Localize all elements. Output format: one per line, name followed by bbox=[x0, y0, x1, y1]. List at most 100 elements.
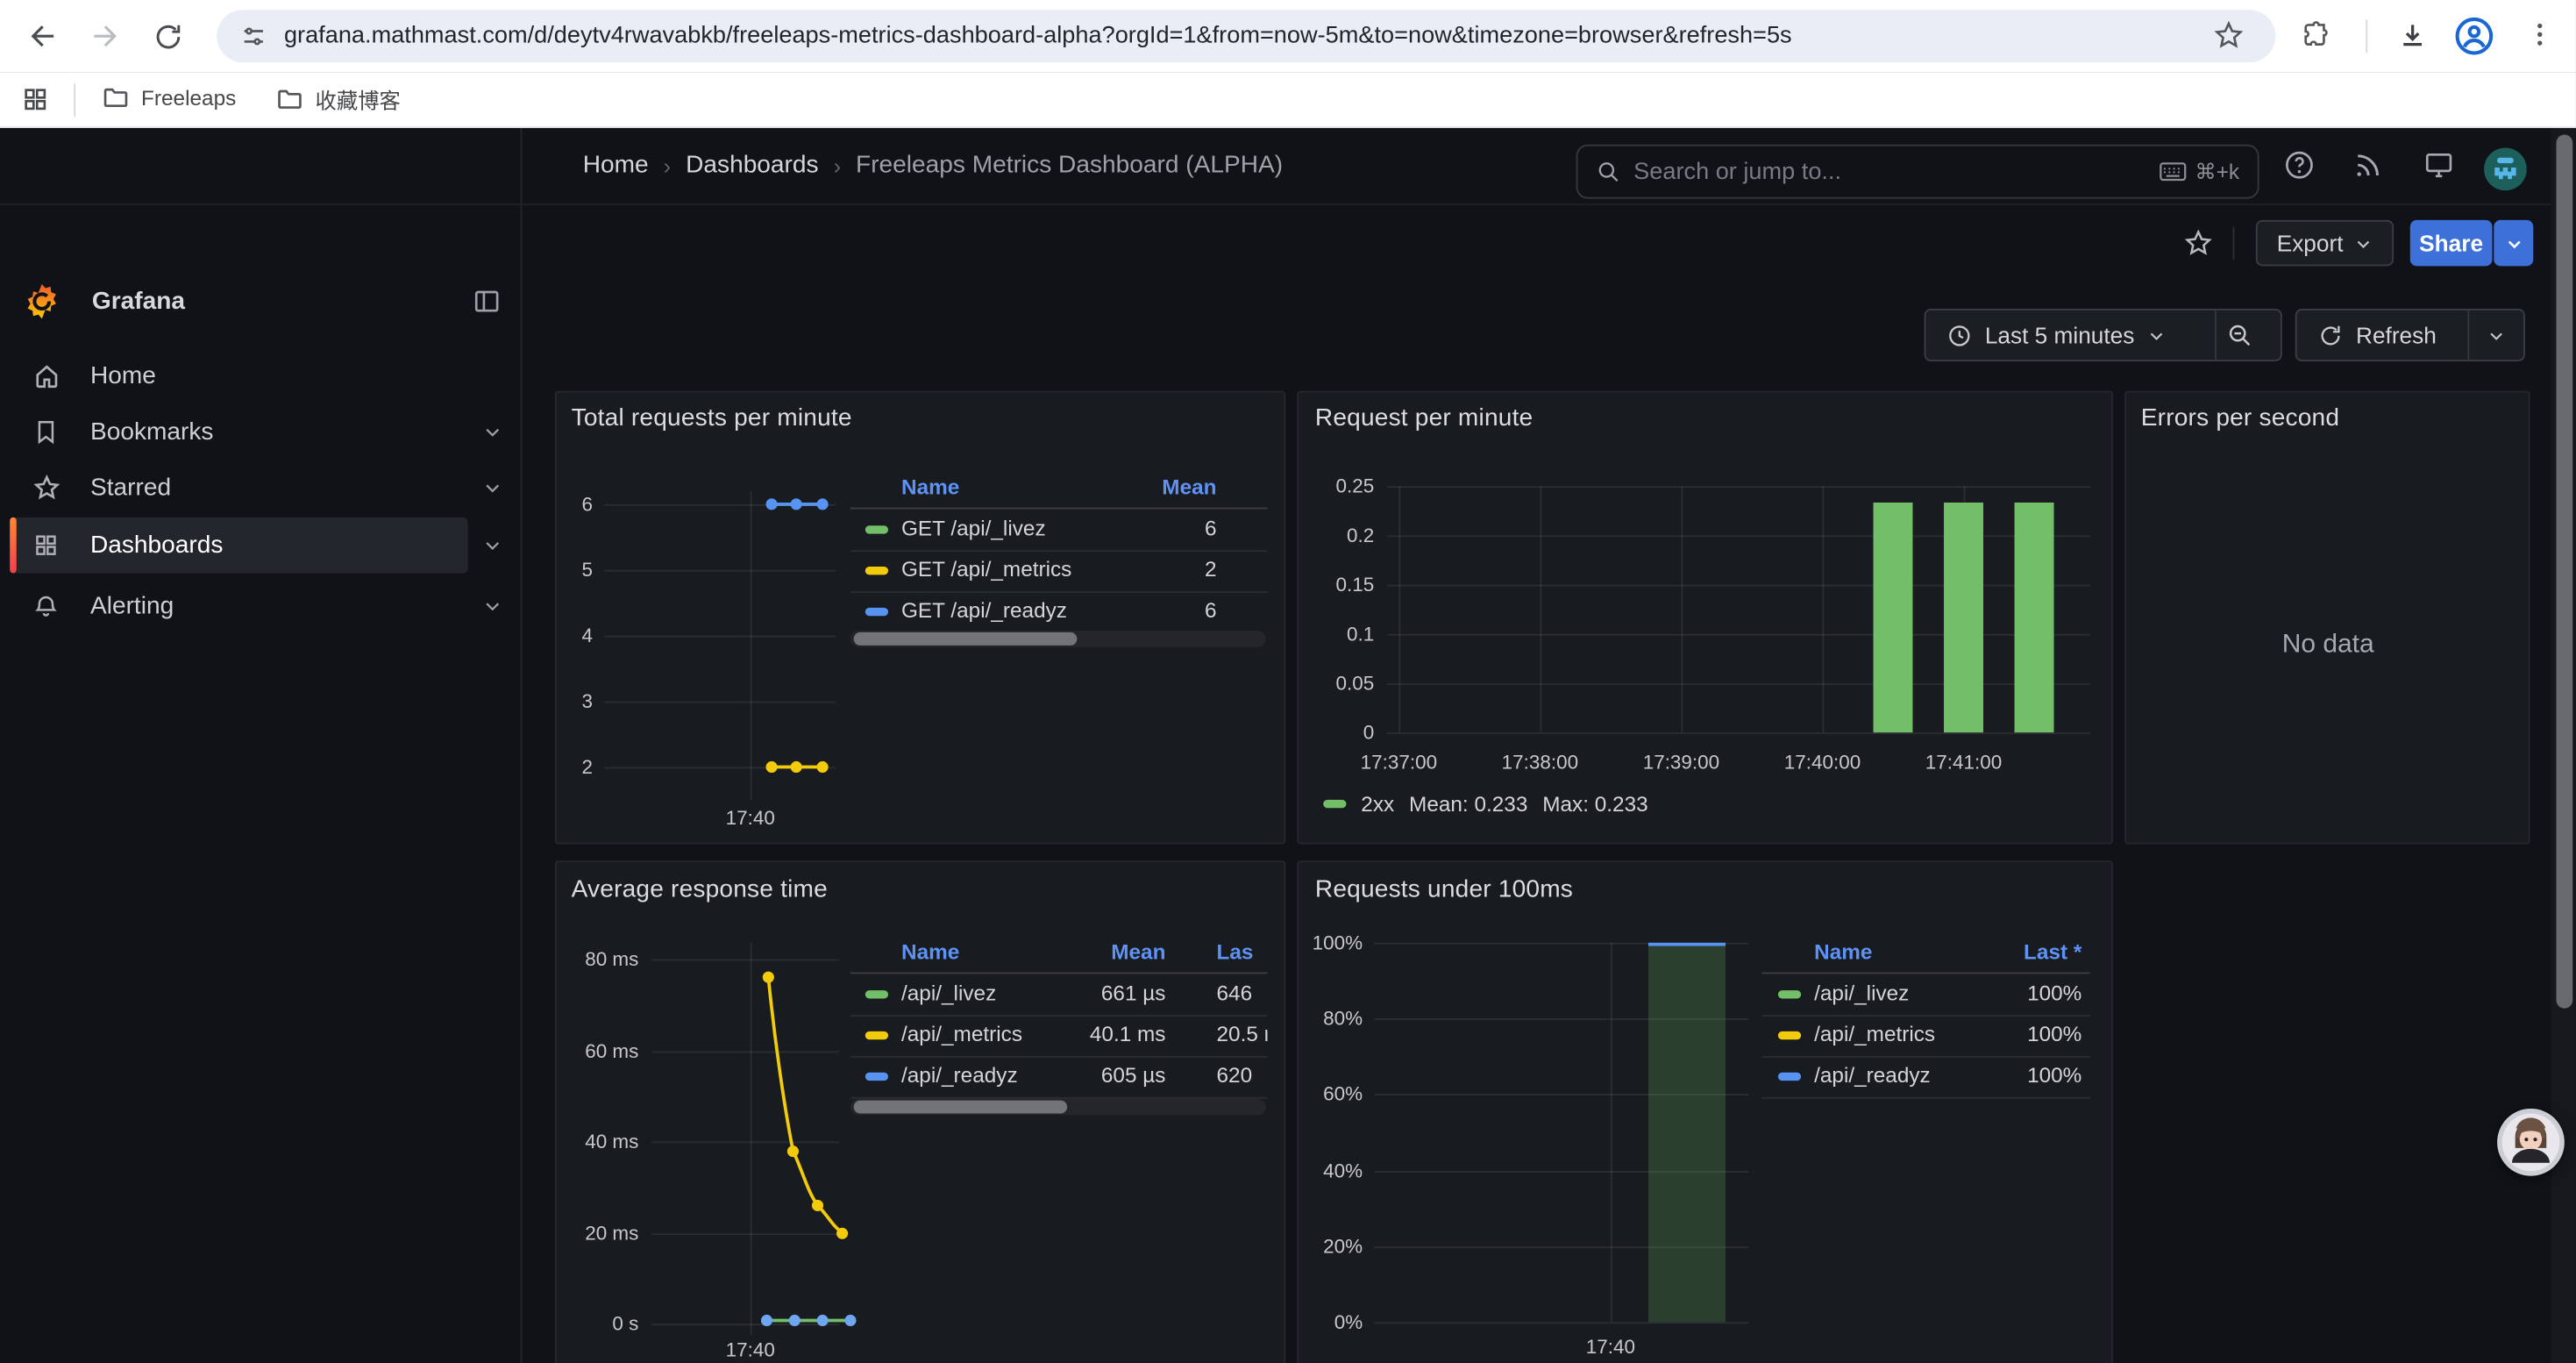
legend-header-mean[interactable]: Mean bbox=[1162, 475, 1216, 499]
legend-header-name[interactable]: Name bbox=[1814, 939, 1872, 964]
time-range-picker[interactable]: Last 5 minutes bbox=[1925, 322, 2193, 348]
extensions-icon[interactable] bbox=[2302, 19, 2333, 51]
forward-button[interactable] bbox=[85, 17, 125, 56]
star-dashboard-icon[interactable] bbox=[2183, 228, 2213, 258]
news-rss-icon[interactable] bbox=[2352, 149, 2384, 181]
breadcrumb-home[interactable]: Home bbox=[583, 151, 649, 179]
bookmark-folder-freeleaps[interactable]: Freeleaps bbox=[102, 83, 236, 111]
y-axis-label: 0.1 bbox=[1347, 623, 1374, 646]
scrollbar-thumb[interactable] bbox=[2556, 135, 2572, 1009]
legend-hscrollbar-thumb[interactable] bbox=[854, 632, 1078, 646]
series-color-pill[interactable] bbox=[1778, 1072, 1801, 1080]
y-axis-label: 60 ms bbox=[585, 1038, 638, 1061]
legend-series-name[interactable]: /api/_livez bbox=[901, 981, 996, 1005]
profile-avatar-icon[interactable] bbox=[2453, 15, 2496, 58]
download-icon[interactable] bbox=[2397, 19, 2429, 51]
requests-under-100ms-legend[interactable]: NameLast */api/_livez100%/api/_metrics10… bbox=[1761, 930, 2090, 1124]
legend-header-name[interactable]: Name bbox=[901, 939, 959, 964]
legend-series-name[interactable]: GET /api/_metrics bbox=[901, 557, 1071, 582]
legend-header-name[interactable]: Name bbox=[901, 475, 959, 499]
chevron-down-icon[interactable] bbox=[483, 535, 502, 554]
toolbar-divider bbox=[2233, 226, 2235, 259]
legend-header-divider bbox=[850, 973, 1268, 974]
grafana-logo[interactable] bbox=[23, 282, 60, 320]
legend-value: 100% bbox=[2027, 981, 2081, 1005]
chevron-down-icon[interactable] bbox=[483, 596, 502, 616]
collapse-sidebar-icon[interactable] bbox=[473, 288, 501, 316]
help-icon[interactable] bbox=[2284, 149, 2316, 181]
sidebar-item-label: Alerting bbox=[90, 592, 174, 620]
series-color-pill[interactable] bbox=[1778, 1031, 1801, 1038]
sidebar-item-starred[interactable]: Starred bbox=[0, 460, 522, 516]
legend-header-divider bbox=[1761, 973, 2090, 974]
bookmark-star-icon[interactable] bbox=[2213, 19, 2245, 51]
chevron-down-icon[interactable] bbox=[483, 478, 502, 497]
legend-series-name[interactable]: GET /api/_readyz bbox=[901, 598, 1067, 623]
bookmark-folder-blogs[interactable]: 收藏博客 bbox=[276, 83, 401, 115]
sidebar-item-bookmarks[interactable]: Bookmarks bbox=[0, 404, 522, 460]
request-per-minute-legend[interactable]: 2xx Mean: 0.233 Max: 0.233 bbox=[1323, 792, 1647, 817]
x-axis-label: 17:38:00 bbox=[1502, 751, 1578, 774]
segment-divider bbox=[2467, 310, 2469, 360]
y-axis-label: 4 bbox=[581, 624, 593, 647]
request-per-minute-chart[interactable]: 0.250.20.150.10.05017:37:0017:38:0017:39… bbox=[1299, 393, 2113, 845]
grafana-app: Grafana HomeBookmarksStarredDashboardsAl… bbox=[0, 128, 2576, 1363]
legend-series-name[interactable]: /api/_livez bbox=[1814, 981, 1909, 1005]
user-avatar[interactable] bbox=[2484, 148, 2527, 191]
series-color-pill[interactable] bbox=[1778, 989, 1801, 997]
site-settings-icon[interactable] bbox=[239, 22, 267, 50]
legend-series-name[interactable]: /api/_readyz bbox=[1814, 1063, 1931, 1088]
legend-header-mean[interactable]: Mean bbox=[1111, 939, 1165, 964]
sidebar-item-alerting[interactable]: Alerting bbox=[0, 578, 522, 634]
v-gridline bbox=[751, 943, 752, 1336]
address-bar[interactable]: grafana.mathmast.com/d/deytv4rwavabkb/fr… bbox=[217, 10, 2275, 62]
legend-hscrollbar[interactable] bbox=[850, 1099, 1266, 1116]
apps-grid-icon[interactable] bbox=[21, 85, 49, 113]
refresh-button[interactable]: Refresh bbox=[2297, 322, 2459, 348]
legend-header-last *[interactable]: Last * bbox=[2024, 939, 2081, 964]
share-button[interactable]: Share bbox=[2410, 220, 2493, 266]
sidebar-item-home[interactable]: Home bbox=[0, 348, 522, 404]
export-button[interactable]: Export bbox=[2256, 220, 2394, 266]
series-color-pill[interactable] bbox=[865, 1031, 888, 1038]
legend-row-divider bbox=[850, 1096, 1268, 1098]
legend-value: 6 bbox=[1205, 598, 1217, 623]
legend-series-name[interactable]: /api/_metrics bbox=[901, 1022, 1022, 1046]
legend-header-last[interactable]: Las bbox=[1217, 939, 1254, 964]
back-button[interactable] bbox=[23, 17, 62, 56]
assistant-avatar-widget[interactable] bbox=[2497, 1109, 2565, 1176]
legend-value-last: 620 bbox=[1217, 1063, 1253, 1088]
browser-toolbar: grafana.mathmast.com/d/deytv4rwavabkb/fr… bbox=[0, 0, 2576, 72]
sidebar-item-label: Bookmarks bbox=[90, 418, 213, 446]
average-response-time-legend[interactable]: NameMeanLas/api/_livez661 µs646/api/_met… bbox=[850, 930, 1268, 1124]
legend-hscrollbar[interactable] bbox=[850, 631, 1266, 647]
brand-title[interactable]: Grafana bbox=[92, 288, 185, 316]
h-gridline bbox=[1387, 585, 2089, 587]
legend-series-name[interactable]: /api/_readyz bbox=[901, 1063, 1018, 1088]
legend-header-divider bbox=[850, 508, 1268, 510]
legend-series-name[interactable]: GET /api/_livez bbox=[901, 516, 1046, 540]
url-text: grafana.mathmast.com/d/deytv4rwavabkb/fr… bbox=[284, 23, 1792, 49]
series-color-pill[interactable] bbox=[865, 989, 888, 997]
share-dropdown-button[interactable] bbox=[2494, 220, 2533, 266]
series-color-pill[interactable] bbox=[865, 525, 888, 532]
total-requests-legend[interactable]: Name Mean GET /api/_livez 6 GET /api/_metric… bbox=[850, 465, 1268, 655]
series-color-pill[interactable] bbox=[865, 566, 888, 574]
panel-title[interactable]: Errors per second bbox=[2141, 404, 2339, 432]
menu-kebab-icon[interactable] bbox=[2525, 17, 2555, 53]
y-axis-label: 2 bbox=[581, 755, 593, 778]
breadcrumb-dashboards[interactable]: Dashboards bbox=[686, 151, 818, 179]
chevron-down-icon[interactable] bbox=[483, 422, 502, 441]
data-point bbox=[791, 498, 802, 510]
series-color-pill[interactable] bbox=[865, 1072, 888, 1080]
series-color-pill[interactable] bbox=[865, 607, 888, 615]
monitor-kiosk-icon[interactable] bbox=[2423, 149, 2455, 181]
legend-hscrollbar-thumb[interactable] bbox=[854, 1101, 1067, 1114]
reload-button[interactable] bbox=[148, 17, 188, 56]
refresh-interval-chevron[interactable] bbox=[2470, 326, 2523, 345]
sidebar-item-dashboards[interactable]: Dashboards bbox=[0, 517, 522, 574]
legend-series-name[interactable]: /api/_metrics bbox=[1814, 1022, 1935, 1046]
legend-value: 661 µs bbox=[1101, 981, 1166, 1005]
search-input[interactable]: Search or jump to... ⌘+k bbox=[1576, 145, 2259, 199]
no-data-message: No data bbox=[2282, 631, 2374, 660]
